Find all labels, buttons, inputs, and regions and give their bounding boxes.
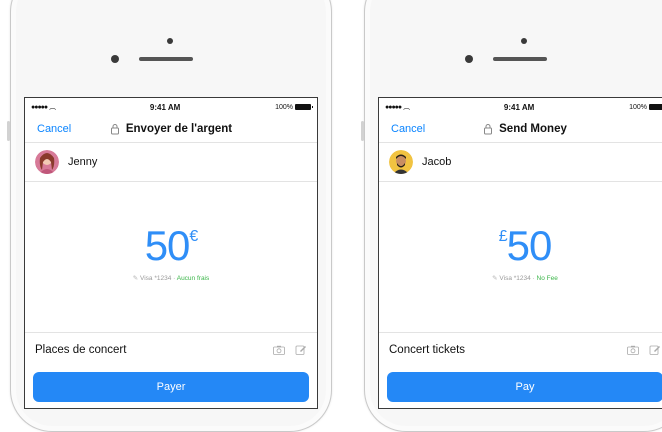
- note-row[interactable]: Concert tickets: [379, 332, 662, 367]
- compose-icon[interactable]: [295, 345, 307, 355]
- battery-icon: [649, 104, 662, 110]
- page-title: Send Money: [483, 123, 567, 135]
- screen: ●●●●● ︵ 9:41 AM 100% Cancel Send Money J…: [378, 97, 662, 409]
- page-title: Envoyer de l'argent: [110, 123, 232, 135]
- recipient-row[interactable]: Jenny: [25, 143, 317, 182]
- front-camera: [167, 38, 173, 44]
- page-title-text: Send Money: [499, 123, 567, 135]
- note-text: Places de concert: [35, 344, 127, 356]
- wifi-icon: ︵: [49, 104, 56, 111]
- proximity-sensor: [111, 55, 119, 63]
- nav-bar: Cancel Send Money: [379, 116, 662, 143]
- lock-icon: [484, 124, 493, 135]
- wifi-icon: ︵: [403, 104, 410, 111]
- earpiece-speaker: [493, 57, 547, 61]
- battery-percent: 100%: [275, 103, 293, 111]
- battery-percent: 100%: [629, 103, 647, 111]
- amount-area: 50 € ✎ Visa *1234 · Aucun frais: [25, 182, 317, 332]
- recipient-name: Jacob: [422, 156, 452, 168]
- page-title-text: Envoyer de l'argent: [125, 123, 233, 135]
- cancel-button[interactable]: Cancel: [37, 123, 71, 135]
- amount-display[interactable]: £ 50: [379, 222, 662, 270]
- keyboard-peek: [25, 408, 317, 409]
- compose-icon[interactable]: [649, 345, 661, 355]
- avatar: [35, 150, 59, 174]
- currency-symbol: €: [189, 228, 198, 245]
- phone-left: ●●●●● ︵ 9:41 AM 100% Cancel Envoyer de l…: [7, 0, 332, 432]
- side-button: [361, 121, 364, 141]
- fee-label: Aucun frais: [176, 275, 210, 282]
- note-text: Concert tickets: [389, 344, 466, 356]
- amount-area: £ 50 ✎ Visa *1234 · No Fee: [379, 182, 662, 332]
- status-bar: ●●●●● ︵ 9:41 AM 100%: [379, 98, 662, 116]
- signal-icon: ●●●●● ︵: [31, 103, 56, 112]
- fee-label: No Fee: [536, 275, 558, 282]
- currency-symbol: £: [498, 228, 508, 245]
- pay-button[interactable]: Pay: [387, 372, 662, 402]
- battery-icon: [295, 104, 313, 110]
- keyboard-peek: [379, 408, 662, 409]
- signal-icon: ●●●●● ︵: [385, 103, 410, 112]
- pay-button[interactable]: Payer: [33, 372, 309, 402]
- pencil-icon: ✎: [132, 275, 140, 282]
- recipient-name: Jenny: [68, 156, 98, 168]
- status-bar: ●●●●● ︵ 9:41 AM 100%: [25, 98, 317, 116]
- amount-display[interactable]: 50 €: [25, 222, 317, 270]
- payment-method[interactable]: ✎ Visa *1234 · Aucun frais: [25, 274, 317, 282]
- side-button: [7, 121, 10, 141]
- amount-value: 50: [144, 222, 191, 269]
- avatar: [389, 150, 413, 174]
- camera-icon[interactable]: [627, 345, 639, 355]
- camera-icon[interactable]: [273, 345, 285, 355]
- proximity-sensor: [465, 55, 473, 63]
- recipient-row[interactable]: Jacob: [379, 143, 662, 182]
- card-label: Visa *1234: [139, 275, 172, 282]
- payment-method[interactable]: ✎ Visa *1234 · No Fee: [379, 274, 662, 282]
- card-label: Visa *1234: [499, 275, 531, 282]
- status-time: 9:41 AM: [149, 102, 181, 112]
- status-time: 9:41 AM: [503, 102, 535, 112]
- amount-value: 50: [506, 222, 553, 269]
- screen: ●●●●● ︵ 9:41 AM 100% Cancel Envoyer de l…: [24, 97, 318, 409]
- nav-bar: Cancel Envoyer de l'argent: [25, 116, 317, 143]
- note-row[interactable]: Places de concert: [25, 332, 317, 367]
- earpiece-speaker: [139, 57, 193, 61]
- phone-right: ●●●●● ︵ 9:41 AM 100% Cancel Send Money J…: [361, 0, 662, 432]
- front-camera: [521, 38, 527, 44]
- cancel-button[interactable]: Cancel: [391, 123, 425, 135]
- lock-icon: [110, 124, 119, 135]
